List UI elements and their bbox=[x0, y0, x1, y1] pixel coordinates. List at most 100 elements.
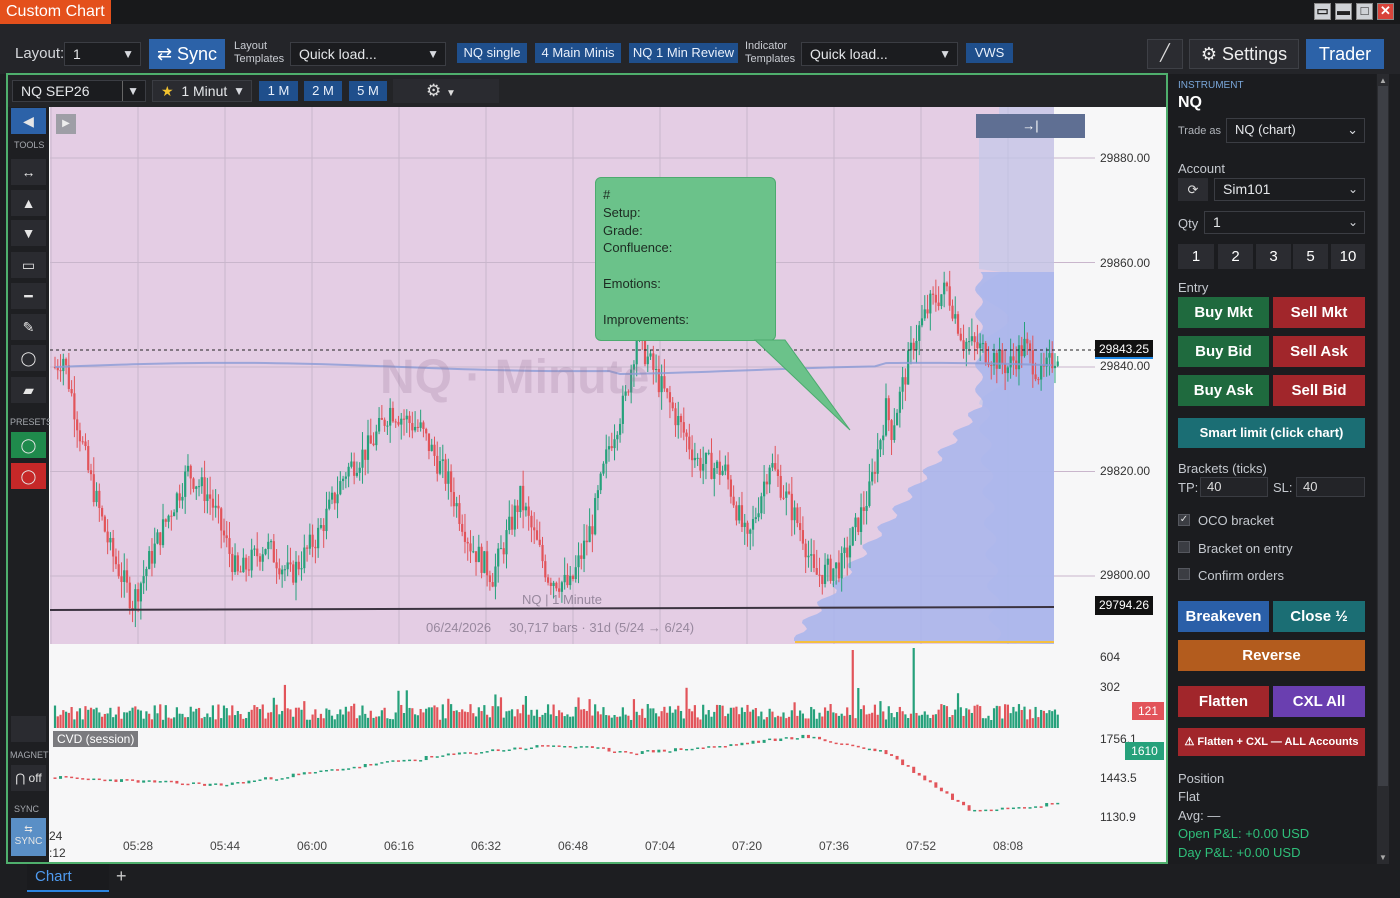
rectangle-tool-icon[interactable]: ▭ bbox=[11, 252, 46, 278]
volume-bar bbox=[641, 708, 644, 728]
minimize-icon[interactable]: ▬ bbox=[1335, 3, 1352, 20]
flatten-all-accounts-button[interactable]: ⚠ Flatten + CXL — ALL Accounts bbox=[1178, 728, 1365, 756]
volume-bar bbox=[330, 715, 334, 728]
volume-bar bbox=[1056, 714, 1059, 728]
volume-bar bbox=[649, 708, 652, 728]
candle-body bbox=[668, 392, 672, 403]
volume-bar bbox=[267, 712, 270, 728]
layout-select[interactable]: 1 ▼ bbox=[64, 42, 141, 66]
blank-tool-slot[interactable] bbox=[11, 716, 46, 742]
collapse-tools-button[interactable]: ◀ bbox=[11, 108, 46, 134]
candle-body bbox=[419, 422, 422, 428]
star-icon: ★ bbox=[161, 83, 174, 99]
volume-bar bbox=[901, 711, 904, 728]
volume-bar bbox=[912, 648, 915, 728]
pencil-tool-icon[interactable]: ✎ bbox=[11, 314, 46, 340]
interval-5m-button[interactable]: 5 M bbox=[349, 81, 387, 101]
confirm-orders-checkbox[interactable] bbox=[1178, 568, 1190, 580]
price-axis[interactable] bbox=[1095, 107, 1166, 644]
sell-mkt-button[interactable]: Sell Mkt bbox=[1273, 297, 1365, 328]
maximize-icon[interactable]: □ bbox=[1356, 3, 1373, 20]
breakeven-button[interactable]: Breakeven bbox=[1178, 601, 1269, 632]
sync-button[interactable]: ⇄ Sync bbox=[149, 39, 225, 69]
cxl-all-button[interactable]: CXL All bbox=[1273, 686, 1365, 717]
flatten-button[interactable]: Flatten bbox=[1178, 686, 1269, 717]
tab-chart[interactable]: Chart bbox=[27, 864, 109, 892]
smart-limit-button[interactable]: Smart limit (click chart) bbox=[1178, 418, 1365, 448]
candle-body bbox=[333, 492, 336, 504]
volume-bar bbox=[220, 718, 223, 728]
horizontal-line-tool-icon[interactable]: ━ bbox=[11, 283, 46, 309]
volume-bar bbox=[691, 711, 694, 728]
qty-preset-2-button[interactable]: 2 bbox=[1218, 244, 1253, 269]
close-icon[interactable]: ✕ bbox=[1377, 3, 1394, 20]
cvd-chart[interactable] bbox=[50, 730, 1095, 835]
expand-left-icon[interactable]: ▶ bbox=[56, 114, 76, 134]
candle-body bbox=[682, 422, 685, 433]
candle-body bbox=[555, 582, 558, 589]
green-note-preset-icon[interactable]: ◯ bbox=[11, 432, 46, 458]
instrument-select[interactable]: NQ SEP26 ▼ bbox=[12, 80, 146, 102]
reverse-button[interactable]: Reverse bbox=[1178, 640, 1365, 671]
candle-body bbox=[771, 463, 774, 468]
template-nq-single-button[interactable]: NQ single bbox=[457, 43, 527, 63]
volume-bar bbox=[494, 694, 497, 728]
interval-1m-button[interactable]: 1 M bbox=[259, 81, 298, 101]
scroll-down-icon[interactable]: ▼ bbox=[1379, 853, 1387, 862]
scroll-up-icon[interactable]: ▲ bbox=[1379, 76, 1387, 85]
refresh-account-icon[interactable]: ⟳ bbox=[1178, 178, 1208, 201]
qty-preset-5-button[interactable]: 5 bbox=[1293, 244, 1328, 269]
sell-bid-button[interactable]: Sell Bid bbox=[1273, 375, 1365, 406]
volume-bar bbox=[463, 711, 467, 728]
add-tab-button[interactable]: + bbox=[116, 866, 127, 887]
panel-scroll-thumb[interactable] bbox=[1378, 86, 1388, 786]
interval-2m-button[interactable]: 2 M bbox=[304, 81, 342, 101]
magnet-toggle[interactable]: ⋂ off bbox=[11, 765, 46, 791]
qty-preset-10-button[interactable]: 10 bbox=[1331, 244, 1365, 269]
account-select[interactable]: Sim101 ⌄ bbox=[1214, 178, 1365, 201]
vws-button[interactable]: VWS bbox=[966, 43, 1013, 63]
trade-note-bubble[interactable]: # Setup: Grade: Confluence: Emotions: Im… bbox=[595, 177, 776, 341]
buy-mkt-button[interactable]: Buy Mkt bbox=[1178, 297, 1269, 328]
buy-ask-button[interactable]: Buy Ask bbox=[1178, 375, 1269, 406]
jump-to-latest-button[interactable]: →| bbox=[976, 114, 1085, 138]
volume-bar bbox=[754, 708, 757, 728]
cvd-bar bbox=[214, 783, 218, 785]
candle-body bbox=[915, 340, 918, 351]
highlight-tool-icon[interactable]: ▰ bbox=[11, 377, 46, 403]
buy-bid-button[interactable]: Buy Bid bbox=[1178, 336, 1269, 367]
red-note-preset-icon[interactable]: ◯ bbox=[11, 463, 46, 489]
trader-button[interactable]: Trader bbox=[1306, 39, 1384, 69]
bracket-entry-checkbox[interactable] bbox=[1178, 541, 1190, 553]
trade-as-select[interactable]: NQ (chart) ⌄ bbox=[1226, 118, 1365, 143]
qty-select[interactable]: 1 ⌄ bbox=[1204, 211, 1365, 234]
settings-button[interactable]: ⚙ Settings bbox=[1189, 39, 1299, 69]
candle-body bbox=[261, 554, 264, 562]
oco-checkbox[interactable]: ✓ bbox=[1178, 514, 1190, 526]
time-tick: 06:32 bbox=[471, 839, 502, 853]
indicator-quick-load-select[interactable]: Quick load... ▼ bbox=[801, 42, 958, 66]
qty-preset-1-button[interactable]: 1 bbox=[1178, 244, 1214, 269]
sell-ask-button[interactable]: Sell Ask bbox=[1273, 336, 1365, 367]
template-4-main-minis-button[interactable]: 4 Main Minis bbox=[535, 43, 621, 63]
tp-input[interactable]: 40 bbox=[1200, 477, 1268, 497]
interval-select[interactable]: ★ 1 Minut ▼ bbox=[152, 80, 252, 102]
layout-quick-load-select[interactable]: Quick load... ▼ bbox=[290, 42, 446, 66]
brush-icon[interactable]: ╱ bbox=[1147, 39, 1183, 69]
sync-toggle[interactable]: ⇆ SYNC bbox=[11, 818, 46, 856]
candle-body bbox=[458, 503, 461, 524]
template-nq-1-min-review-button[interactable]: NQ 1 Min Review bbox=[629, 43, 738, 63]
close-half-button[interactable]: Close ½ bbox=[1273, 601, 1365, 632]
sl-input[interactable]: 40 bbox=[1296, 477, 1365, 497]
volume-bar bbox=[560, 712, 564, 728]
restore-icon[interactable]: ▭ bbox=[1314, 3, 1331, 20]
horizontal-measure-tool-icon[interactable]: ↔ bbox=[11, 159, 46, 185]
arrow-up-tool-icon[interactable]: ▲ bbox=[11, 190, 46, 216]
arrow-down-tool-icon[interactable]: ▼ bbox=[11, 220, 46, 246]
volume-bar bbox=[668, 706, 672, 728]
chart-settings-menu[interactable]: ⚙ ▼ bbox=[393, 79, 499, 103]
speech-bubble-tool-icon[interactable]: ◯ bbox=[11, 345, 46, 371]
volume-chart[interactable] bbox=[50, 646, 1095, 728]
volume-bar bbox=[810, 706, 813, 728]
qty-preset-3-button[interactable]: 3 bbox=[1256, 244, 1291, 269]
